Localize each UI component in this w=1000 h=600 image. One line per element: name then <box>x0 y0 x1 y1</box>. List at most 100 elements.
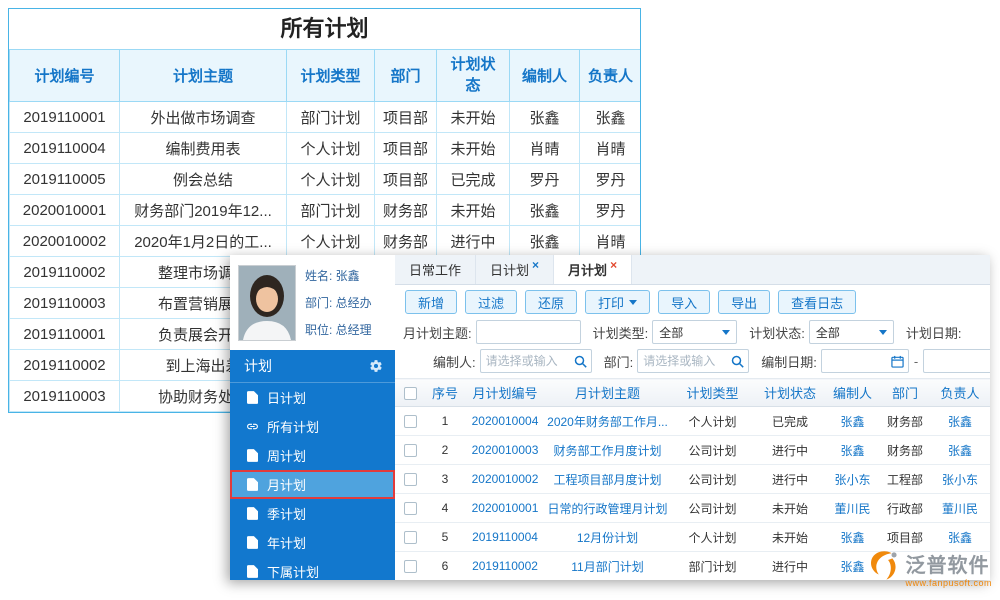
plans-table-row[interactable]: 22020010003财务部工作月度计划公司计划进行中张鑫财务部张鑫 <box>395 436 990 465</box>
plans-column-header: 月计划编号 <box>465 379 545 407</box>
button-label: 新增 <box>418 293 444 312</box>
plans-table-row[interactable]: 5201911000412月份计划个人计划未开始张鑫项目部张鑫 <box>395 523 990 552</box>
filter-button[interactable]: 过滤 <box>465 290 517 314</box>
plans-table-cell: 张鑫 <box>930 523 990 552</box>
sidebar-item-weekly-plan[interactable]: 周计划 <box>230 441 395 470</box>
tab-label: 日常工作 <box>409 260 461 279</box>
dept-filter-input[interactable] <box>637 349 749 373</box>
all-plans-row[interactable]: 2020010001财务部门2019年12...部门计划财务部未开始张鑫罗丹 <box>10 195 642 226</box>
plan-subject-link[interactable]: 财务部工作月度计划 <box>553 444 661 458</box>
print-button[interactable]: 打印 <box>585 290 650 314</box>
profile-name: 姓名: 张鑫 <box>305 267 372 284</box>
plans-table-row[interactable]: 120200100042020年财务部工作月...个人计划已完成张鑫财务部张鑫 <box>395 407 990 436</box>
compiler-link[interactable]: 张鑫 <box>840 531 864 545</box>
compiler-link[interactable]: 张鑫 <box>840 560 864 574</box>
gear-icon[interactable] <box>369 359 383 373</box>
sidebar-item-yearly-plan[interactable]: 年计划 <box>230 528 395 557</box>
row-checkbox[interactable] <box>404 560 417 573</box>
plan-number-link[interactable]: 2020010004 <box>472 414 539 428</box>
compiler-link[interactable]: 董川民 <box>834 502 870 516</box>
plans-table-cell: 财务部工作月度计划 <box>545 436 670 465</box>
compile-date-end-input[interactable] <box>923 349 990 373</box>
all-plans-row[interactable]: 2019110001外出做市场调查部门计划项目部未开始张鑫张鑫 <box>10 102 642 133</box>
plan-number-link[interactable]: 2019110002 <box>472 559 538 573</box>
all-plans-row[interactable]: 20200100022020年1月2日的工...个人计划财务部进行中张鑫肖晴 <box>10 226 642 257</box>
add-button[interactable]: 新增 <box>405 290 457 314</box>
tab-daily-plan[interactable]: 日计划× <box>476 255 554 284</box>
button-label: 查看日志 <box>791 293 843 312</box>
export-button[interactable]: 导出 <box>718 290 770 314</box>
restore-button[interactable]: 还原 <box>525 290 577 314</box>
all-plans-row[interactable]: 2019110005例会总结个人计划项目部已完成罗丹罗丹 <box>10 164 642 195</box>
plan-subject-link[interactable]: 2020年财务部工作月... <box>547 415 668 429</box>
tab-bar: 日常工作日计划×月计划× <box>395 255 990 285</box>
sidebar-section-plan[interactable]: 计划 <box>230 350 395 383</box>
view-log-button[interactable]: 查看日志 <box>778 290 856 314</box>
file-icon <box>246 507 259 520</box>
subject-filter-input[interactable] <box>476 320 581 344</box>
all-plans-row[interactable]: 2019110004编制费用表个人计划项目部未开始肖晴肖晴 <box>10 133 642 164</box>
row-checkbox[interactable] <box>404 502 417 515</box>
avatar <box>238 265 296 341</box>
compiler-link[interactable]: 张鑫 <box>840 444 864 458</box>
plan-number-link[interactable]: 2020010001 <box>472 501 539 515</box>
all-plans-column-header: 编制人 <box>510 50 580 102</box>
owner-link[interactable]: 张小东 <box>942 473 978 487</box>
tab-daily-work[interactable]: 日常工作 <box>395 255 476 284</box>
watermark-text: 泛普软件 www.fanpusoft.com <box>905 549 992 588</box>
plans-table-cell: 项目部 <box>880 523 930 552</box>
compile-date-filter-label: 编制日期: <box>761 352 817 371</box>
sidebar: 姓名: 张鑫 部门: 总经办 职位: 总经理 计划 日计划所有计划周计划月计划季… <box>230 255 395 580</box>
row-checkbox[interactable] <box>404 444 417 457</box>
sidebar-item-subordinate-plan[interactable]: 下属计划 <box>230 557 395 580</box>
plan-subject-link[interactable]: 12月份计划 <box>577 531 638 545</box>
select-all-checkbox[interactable] <box>404 387 417 400</box>
status-filter-value: 全部 <box>816 324 840 341</box>
plans-table-cell: 张鑫 <box>930 407 990 436</box>
all-plans-column-header: 计划状态 <box>437 50 510 102</box>
plans-table-cell: 公司计划 <box>670 436 755 465</box>
all-plans-column-header: 负责人 <box>580 50 642 102</box>
close-icon[interactable]: × <box>610 258 617 272</box>
compile-date-start-input[interactable] <box>821 349 909 373</box>
compiler-link[interactable]: 张小东 <box>834 473 870 487</box>
plan-subject-link[interactable]: 工程项目部月度计划 <box>553 473 661 487</box>
link-icon <box>246 420 259 433</box>
row-checkbox[interactable] <box>404 531 417 544</box>
plans-table-cell: 1 <box>425 407 465 436</box>
all-plans-cell: 例会总结 <box>120 164 287 195</box>
row-checkbox-cell <box>395 552 425 581</box>
plan-subject-link[interactable]: 日常的行政管理月计划 <box>547 502 667 516</box>
sidebar-item-monthly-plan[interactable]: 月计划 <box>230 470 395 499</box>
plan-number-link[interactable]: 2020010003 <box>472 443 539 457</box>
row-checkbox-cell <box>395 407 425 436</box>
owner-link[interactable]: 张鑫 <box>948 444 972 458</box>
import-button[interactable]: 导入 <box>658 290 710 314</box>
toolbar: 新增 过滤还原 打印 导入导出 查看日志 <box>395 285 990 319</box>
plans-table-cell: 日常的行政管理月计划 <box>545 494 670 523</box>
all-plans-cell: 罗丹 <box>580 164 642 195</box>
sidebar-item-all-plans[interactable]: 所有计划 <box>230 412 395 441</box>
filter-row-2: 编制人: 部门: 编制日期: <box>403 349 982 373</box>
tab-monthly-plan[interactable]: 月计划× <box>554 255 632 284</box>
sidebar-item-daily-plan[interactable]: 日计划 <box>230 383 395 412</box>
plan-number-link[interactable]: 2019110004 <box>472 530 538 544</box>
plan-number-link[interactable]: 2020010002 <box>472 472 539 486</box>
sidebar-item-label: 年计划 <box>267 533 306 552</box>
type-filter-select[interactable]: 全部 <box>652 320 737 344</box>
content-area: 日常工作日计划×月计划× 新增过滤还原打印导入导出查看日志 月计划主题: 计划类… <box>395 255 990 580</box>
row-checkbox[interactable] <box>404 415 417 428</box>
compiler-filter-input[interactable] <box>480 349 592 373</box>
status-filter-select[interactable]: 全部 <box>809 320 894 344</box>
owner-link[interactable]: 张鑫 <box>948 415 972 429</box>
close-icon[interactable]: × <box>532 258 539 272</box>
plans-table-row[interactable]: 42020010001日常的行政管理月计划公司计划未开始董川民行政部董川民 <box>395 494 990 523</box>
button-label: 打印 <box>598 293 624 312</box>
owner-link[interactable]: 董川民 <box>942 502 978 516</box>
compiler-link[interactable]: 张鑫 <box>840 415 864 429</box>
row-checkbox[interactable] <box>404 473 417 486</box>
owner-link[interactable]: 张鑫 <box>948 531 972 545</box>
plans-table-row[interactable]: 32020010002工程项目部月度计划公司计划进行中张小东工程部张小东 <box>395 465 990 494</box>
sidebar-item-quarterly-plan[interactable]: 季计划 <box>230 499 395 528</box>
plan-subject-link[interactable]: 11月部门计划 <box>571 560 643 574</box>
